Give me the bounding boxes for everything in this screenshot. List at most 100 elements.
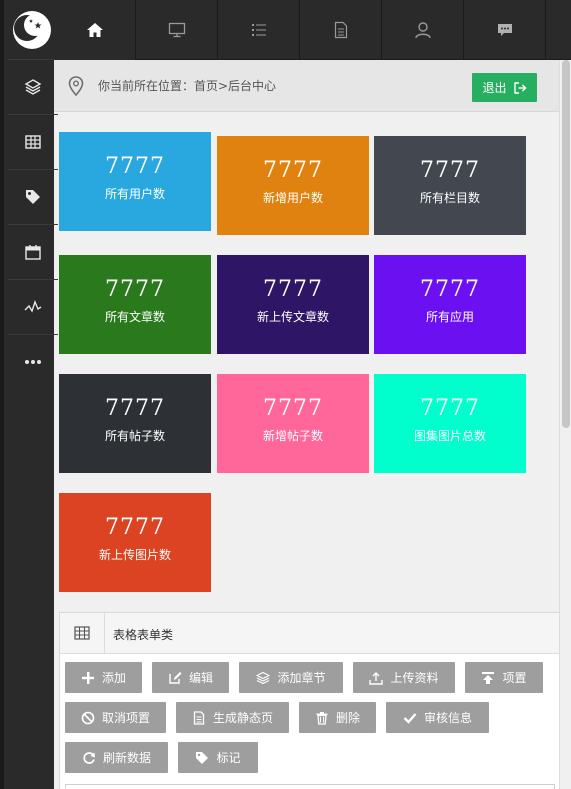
stat-tile-all-columns[interactable]: 7777 所有栏目数 — [374, 136, 526, 235]
stat-label: 新增帖子数 — [262, 429, 323, 443]
tab-document[interactable] — [300, 0, 382, 60]
stat-label: 所有文章数 — [104, 310, 165, 324]
layers-icon — [24, 78, 42, 95]
layers-icon — [256, 671, 271, 684]
rail-item-tag[interactable] — [8, 169, 58, 223]
top-nav — [54, 0, 571, 60]
rail-item-layers[interactable] — [8, 59, 58, 113]
logout-button[interactable]: 退出 — [472, 73, 537, 102]
add-button[interactable]: 添加 — [65, 662, 142, 693]
upload-button[interactable]: 上传资料 — [353, 662, 455, 693]
stat-label: 图集图片总数 — [413, 429, 486, 443]
stat-value: 7777 — [105, 154, 165, 179]
tab-chat[interactable] — [464, 0, 546, 60]
add-chapter-button[interactable]: 添加章节 — [239, 662, 343, 693]
admin-dashboard: 你当前所在位置：首页>后台中心 退出 7777 所有用户数 7777 新增用户数… — [0, 0, 571, 789]
generate-static-button[interactable]: 生成静态页 — [176, 702, 289, 733]
rail-item-more[interactable] — [8, 334, 58, 388]
scrollbar[interactable] — [559, 60, 571, 789]
plus-icon — [81, 671, 94, 684]
tab-home[interactable] — [54, 0, 136, 60]
home-icon — [86, 23, 103, 37]
unpin-button[interactable]: 取消项置 — [65, 702, 166, 733]
left-rail — [0, 0, 58, 789]
panel-header: 表格表单类 — [60, 613, 561, 654]
logout-label: 退出 — [482, 81, 507, 95]
panel-title: 表格表单类 — [113, 628, 174, 642]
stat-value: 7777 — [105, 515, 165, 540]
stat-value: 7777 — [105, 396, 165, 421]
review-button[interactable]: 审核信息 — [386, 702, 489, 733]
stat-tile-gallery-total[interactable]: 7777 图集图片总数 — [374, 374, 526, 473]
breadcrumb: 你当前所在位置：首页>后台中心 — [98, 79, 277, 93]
stat-value: 7777 — [263, 277, 323, 302]
scrollbar-thumb[interactable] — [562, 60, 570, 428]
stat-tile-all-apps[interactable]: 7777 所有应用 — [374, 255, 526, 354]
button-label: 添加 — [101, 671, 126, 685]
table-icon — [60, 613, 105, 653]
stat-value: 7777 — [263, 396, 323, 421]
stat-tile-new-posts[interactable]: 7777 新增帖子数 — [217, 374, 369, 473]
stat-tile-new-users[interactable]: 7777 新增用户数 — [217, 136, 369, 235]
chat-icon — [497, 24, 512, 36]
file-icon — [193, 710, 205, 725]
breadcrumb-bar: 你当前所在位置：首页>后台中心 退出 — [54, 60, 559, 112]
button-label: 项置 — [502, 671, 527, 685]
stat-label: 新增用户数 — [262, 191, 323, 205]
table-icon — [25, 134, 41, 149]
pin-top-button[interactable]: 项置 — [465, 662, 543, 693]
button-label: 标记 — [216, 751, 241, 765]
stat-label: 所有应用 — [425, 310, 474, 324]
button-label: 添加章节 — [277, 671, 326, 685]
tab-list[interactable] — [218, 0, 300, 60]
list-icon — [251, 24, 266, 36]
stat-tile-all-articles[interactable]: 7777 所有文章数 — [59, 255, 211, 354]
tab-monitor[interactable] — [136, 0, 218, 60]
stat-label: 新上传图片数 — [98, 548, 171, 562]
rail-item-table[interactable] — [8, 114, 58, 168]
refresh-button[interactable]: 刷新数据 — [65, 742, 168, 773]
mark-button[interactable]: 标记 — [178, 742, 258, 773]
stat-value: 7777 — [105, 277, 165, 302]
button-label: 编辑 — [188, 671, 213, 685]
button-label: 上传资料 — [390, 671, 439, 685]
button-label: 取消项置 — [101, 711, 150, 725]
stat-value: 7777 — [263, 158, 323, 183]
stat-tile-all-users[interactable]: 7777 所有用户数 — [59, 132, 211, 231]
more-icon — [25, 359, 41, 364]
location-pin-icon — [68, 76, 84, 96]
button-label: 生成静态页 — [212, 711, 273, 725]
delete-button[interactable]: 删除 — [299, 702, 376, 733]
rail-item-activity[interactable] — [8, 279, 58, 333]
activity-icon — [24, 299, 42, 313]
stat-label: 新上传文章数 — [256, 310, 329, 324]
stat-value: 7777 — [420, 158, 480, 183]
button-label: 刷新数据 — [102, 751, 151, 765]
rail-item-calendar[interactable] — [8, 224, 58, 278]
stat-label: 所有用户数 — [104, 187, 165, 201]
user-icon — [414, 22, 431, 39]
stat-value: 7777 — [420, 396, 480, 421]
stat-tile-new-images[interactable]: 7777 新上传图片数 — [59, 493, 211, 592]
data-table — [65, 784, 555, 789]
moon-stars-icon[interactable] — [8, 2, 56, 57]
edit-button[interactable]: 编辑 — [152, 662, 229, 693]
tag-icon — [196, 751, 209, 764]
ban-icon — [81, 711, 95, 724]
monitor-icon — [168, 22, 185, 38]
stat-label: 所有帖子数 — [104, 429, 165, 443]
logout-icon — [513, 81, 526, 94]
document-icon — [334, 21, 347, 39]
stat-value: 7777 — [420, 277, 480, 302]
button-label: 删除 — [335, 711, 360, 725]
stat-tile-all-posts[interactable]: 7777 所有帖子数 — [59, 374, 211, 473]
stat-label: 所有栏目数 — [419, 191, 480, 205]
to-top-icon — [482, 671, 495, 684]
calendar-icon — [25, 244, 41, 260]
check-icon — [403, 712, 417, 724]
tag-icon — [26, 189, 40, 204]
button-label: 审核信息 — [423, 711, 472, 725]
stat-tile-new-articles[interactable]: 7777 新上传文章数 — [217, 255, 369, 354]
tab-user[interactable] — [382, 0, 464, 60]
edit-icon — [169, 671, 182, 684]
